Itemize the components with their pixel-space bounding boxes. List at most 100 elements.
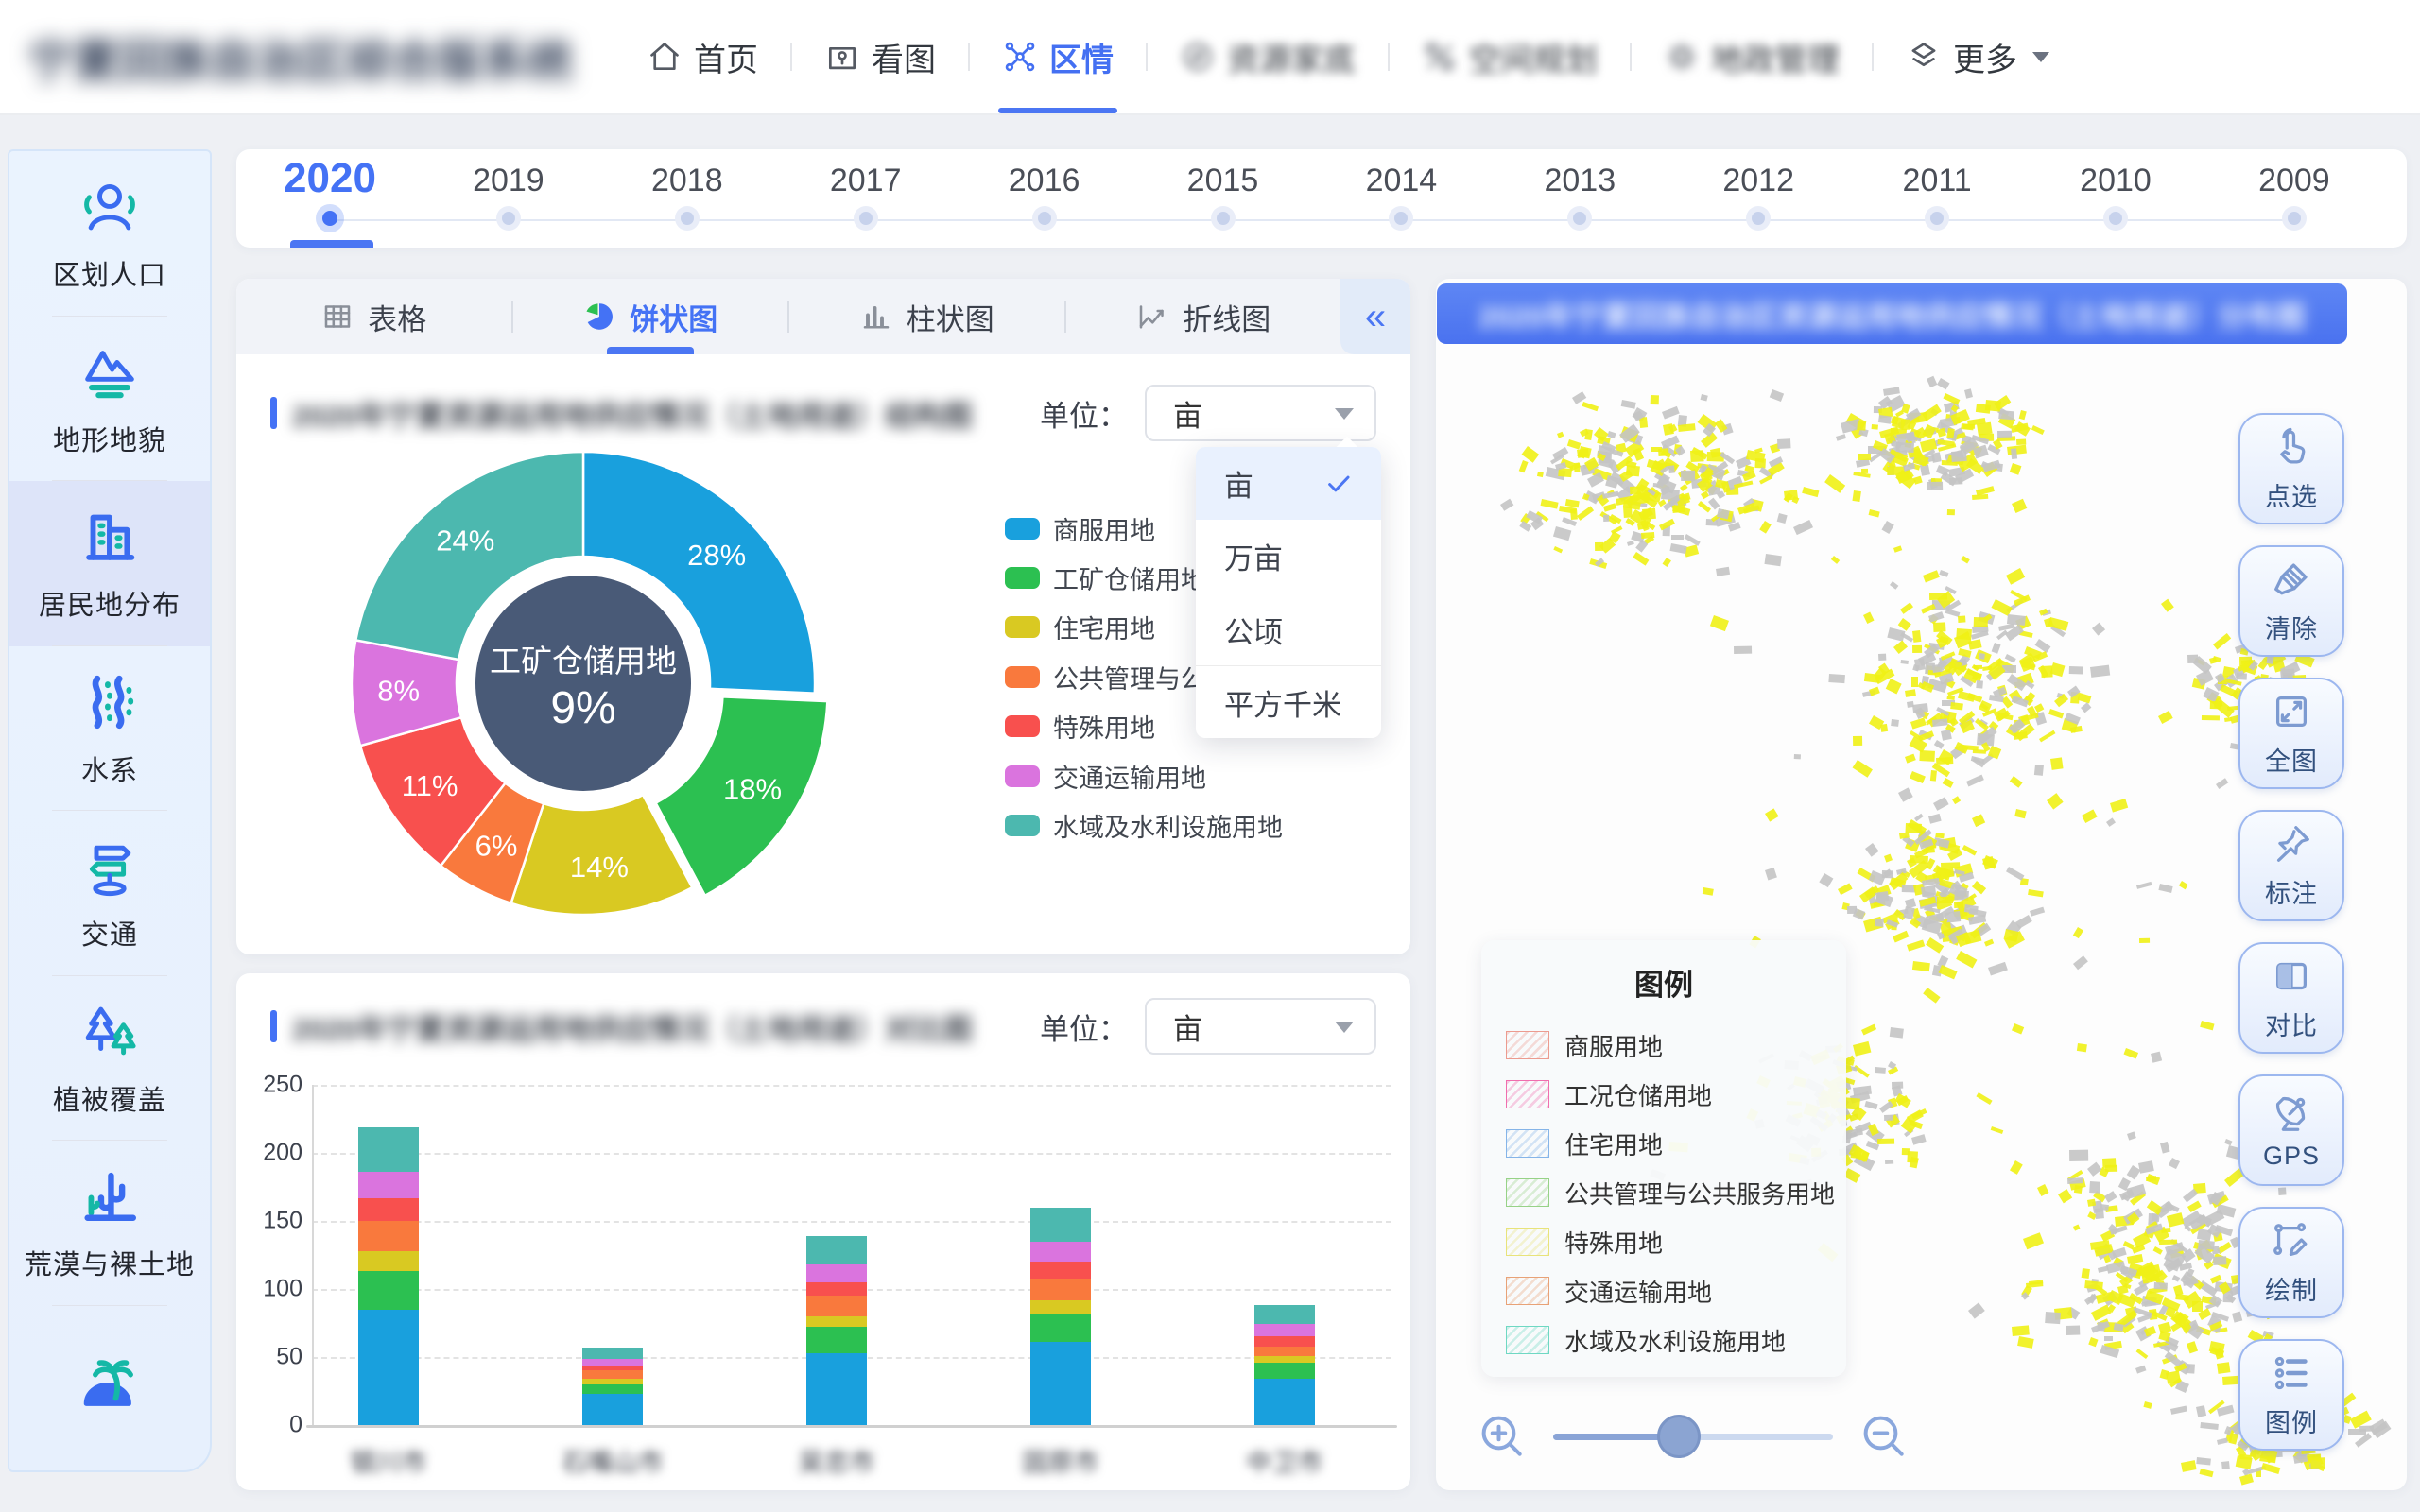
timeline-dot-2013[interactable] (1573, 212, 1586, 225)
timeline-dot-2011[interactable] (1930, 212, 1944, 225)
timeline-year-2014[interactable]: 2014 (1366, 163, 1438, 199)
timeline-year-2020[interactable]: 2020 (284, 155, 376, 202)
nav-item-planning[interactable]: 空间规划 (1390, 0, 1630, 113)
nav-item-more[interactable]: 更多 (1874, 0, 2082, 113)
check-icon (1324, 470, 1353, 498)
title-marker (270, 397, 277, 429)
sidebar-item-island[interactable] (9, 1306, 210, 1471)
unit-option-公顷[interactable]: 公顷 (1196, 593, 1381, 665)
timeline-year-2017[interactable]: 2017 (830, 163, 902, 199)
unit-option-亩[interactable]: 亩 (1196, 447, 1381, 520)
timeline-dot-2016[interactable] (1038, 212, 1051, 225)
sidebar-item-区划人口[interactable]: 区划人口 (9, 151, 210, 317)
zoom-out-icon[interactable] (1858, 1410, 1910, 1463)
desert-icon (77, 1163, 143, 1229)
y-axis-line (312, 1085, 314, 1425)
map-tool-点选[interactable]: 点选 (2238, 413, 2344, 524)
map-panel[interactable]: 2020年宁夏回族自治区资源运用地供应情况（土地用途）分布图 图例 商服用地工况… (1436, 279, 2407, 1490)
app-root: 宁夏回族自治区综合版系统 首页看图区情资源家底空间规划地政管理更多 区划人口地形… (0, 0, 2420, 1512)
pie-legend-item[interactable]: 水域及水利设施用地 (1005, 800, 1334, 850)
pie-legend-item[interactable]: 交通运输用地 (1005, 751, 1334, 800)
bar-stack-银川市[interactable] (358, 1127, 419, 1425)
top-navbar: 宁夏回族自治区综合版系统 首页看图区情资源家底空间规划地政管理更多 (0, 0, 2420, 115)
bar-segment (582, 1394, 643, 1425)
bar-stack-吴忠市[interactable] (806, 1236, 867, 1425)
tab-label: 饼状图 (630, 296, 717, 338)
unit-option-平方千米[interactable]: 平方千米 (1196, 665, 1381, 738)
timeline-year-2011[interactable]: 2011 (1903, 163, 1972, 199)
pie-chart[interactable]: 工矿仓储用地9%28%18%14%6%11%8%24% (337, 438, 829, 929)
unit-option-label: 平方千米 (1224, 681, 1341, 724)
nav-item-resources[interactable]: 资源家底 (1148, 0, 1388, 113)
traffic-icon (77, 833, 143, 900)
zoom-slider-handle[interactable] (1657, 1415, 1701, 1458)
timeline-dot-2019[interactable] (502, 212, 515, 225)
svg-text:28%: 28% (687, 539, 746, 572)
app-logo: 宁夏回族自治区综合版系统 (28, 24, 614, 90)
timeline-year-2012[interactable]: 2012 (1722, 163, 1794, 199)
bar-segment (1030, 1262, 1091, 1278)
bar-stack-固原市[interactable] (1030, 1208, 1091, 1425)
tabbar-collapse-button[interactable]: « (1340, 279, 1410, 354)
timeline-dot-2020[interactable] (322, 211, 337, 226)
timeline-year-2018[interactable]: 2018 (651, 163, 723, 199)
tab-折线图[interactable]: 折线图 (1066, 279, 1341, 354)
timeline-dot-2014[interactable] (1394, 212, 1408, 225)
timeline-dot-2010[interactable] (2109, 212, 2122, 225)
island-icon (77, 1349, 143, 1415)
timeline-dot-2018[interactable] (681, 212, 694, 225)
sidebar-item-居民地分布[interactable]: 居民地分布 (9, 481, 210, 646)
zoom-slider-track[interactable] (1553, 1434, 1833, 1440)
tab-表格[interactable]: 表格 (236, 279, 511, 354)
timeline-dot-2012[interactable] (1752, 212, 1765, 225)
bar-segment (358, 1172, 419, 1197)
sidebar-item-label: 区划人口 (53, 253, 166, 293)
sidebar-item-植被覆盖[interactable]: 植被覆盖 (9, 976, 210, 1142)
map-tool-全图[interactable]: 全图 (2238, 678, 2344, 789)
nav-item-home[interactable]: 首页 (614, 0, 790, 113)
map-tool-label: GPS (2263, 1142, 2320, 1171)
map-legend-label: 商服用地 (1564, 1028, 1663, 1063)
timeline-year-2015[interactable]: 2015 (1187, 163, 1259, 199)
map-legend-swatch (1506, 1080, 1549, 1108)
sidebar-item-地形地貌[interactable]: 地形地貌 (9, 317, 210, 482)
bar-segment (806, 1353, 867, 1425)
sidebar-item-水系[interactable]: 水系 (9, 646, 210, 812)
svg-text:11%: 11% (402, 769, 458, 802)
tab-柱状图[interactable]: 柱状图 (789, 279, 1064, 354)
legend-swatch (1005, 666, 1040, 688)
nav-item-landadmin[interactable]: 地政管理 (1632, 0, 1872, 113)
map-tool-图例[interactable]: 图例 (2238, 1339, 2344, 1451)
timeline-year-2016[interactable]: 2016 (1009, 163, 1080, 199)
bar-stack-石嘴山市[interactable] (582, 1348, 643, 1425)
unit-option-万亩[interactable]: 万亩 (1196, 520, 1381, 593)
timeline-dot-2015[interactable] (1217, 212, 1230, 225)
nav-item-quqing[interactable]: 区情 (970, 0, 1146, 113)
active-nav-underline (998, 108, 1117, 113)
map-tool-GPS[interactable]: GPS (2238, 1074, 2344, 1186)
map-tool-清除[interactable]: 清除 (2238, 545, 2344, 657)
tab-饼状图[interactable]: 饼状图 (513, 279, 788, 354)
map-legend-label: 特殊用地 (1564, 1225, 1663, 1260)
timeline-year-2013[interactable]: 2013 (1544, 163, 1616, 199)
timeline-year-2019[interactable]: 2019 (473, 163, 544, 199)
sidebar-item-荒漠与裸土地[interactable]: 荒漠与裸土地 (9, 1141, 210, 1306)
timeline-year-2010[interactable]: 2010 (2080, 163, 2152, 199)
timeline-dot-2009[interactable] (2288, 212, 2301, 225)
bar-stack-中卫市[interactable] (1254, 1305, 1315, 1425)
unit-select[interactable]: 亩 (1145, 385, 1376, 441)
stacked-bar-chart[interactable]: 050100150200250银川市石嘴山市吴忠市固原市中卫市 (236, 973, 1410, 1490)
map-legend-swatch (1506, 1277, 1549, 1305)
map-legend-swatch (1506, 1031, 1549, 1059)
map-tool-对比[interactable]: 对比 (2238, 942, 2344, 1054)
nav-item-viewmap[interactable]: 看图 (792, 0, 968, 113)
bar-segment (1030, 1342, 1091, 1425)
map-tool-绘制[interactable]: 绘制 (2238, 1207, 2344, 1318)
timeline-year-2009[interactable]: 2009 (2258, 163, 2330, 199)
zoom-in-icon[interactable] (1476, 1410, 1529, 1463)
map-legend-label: 交通运输用地 (1564, 1274, 1712, 1309)
map-tool-标注[interactable]: 标注 (2238, 810, 2344, 921)
timeline-dot-2017[interactable] (859, 212, 873, 225)
sidebar-item-交通[interactable]: 交通 (9, 811, 210, 976)
legend-label: 交通运输用地 (1053, 758, 1206, 795)
